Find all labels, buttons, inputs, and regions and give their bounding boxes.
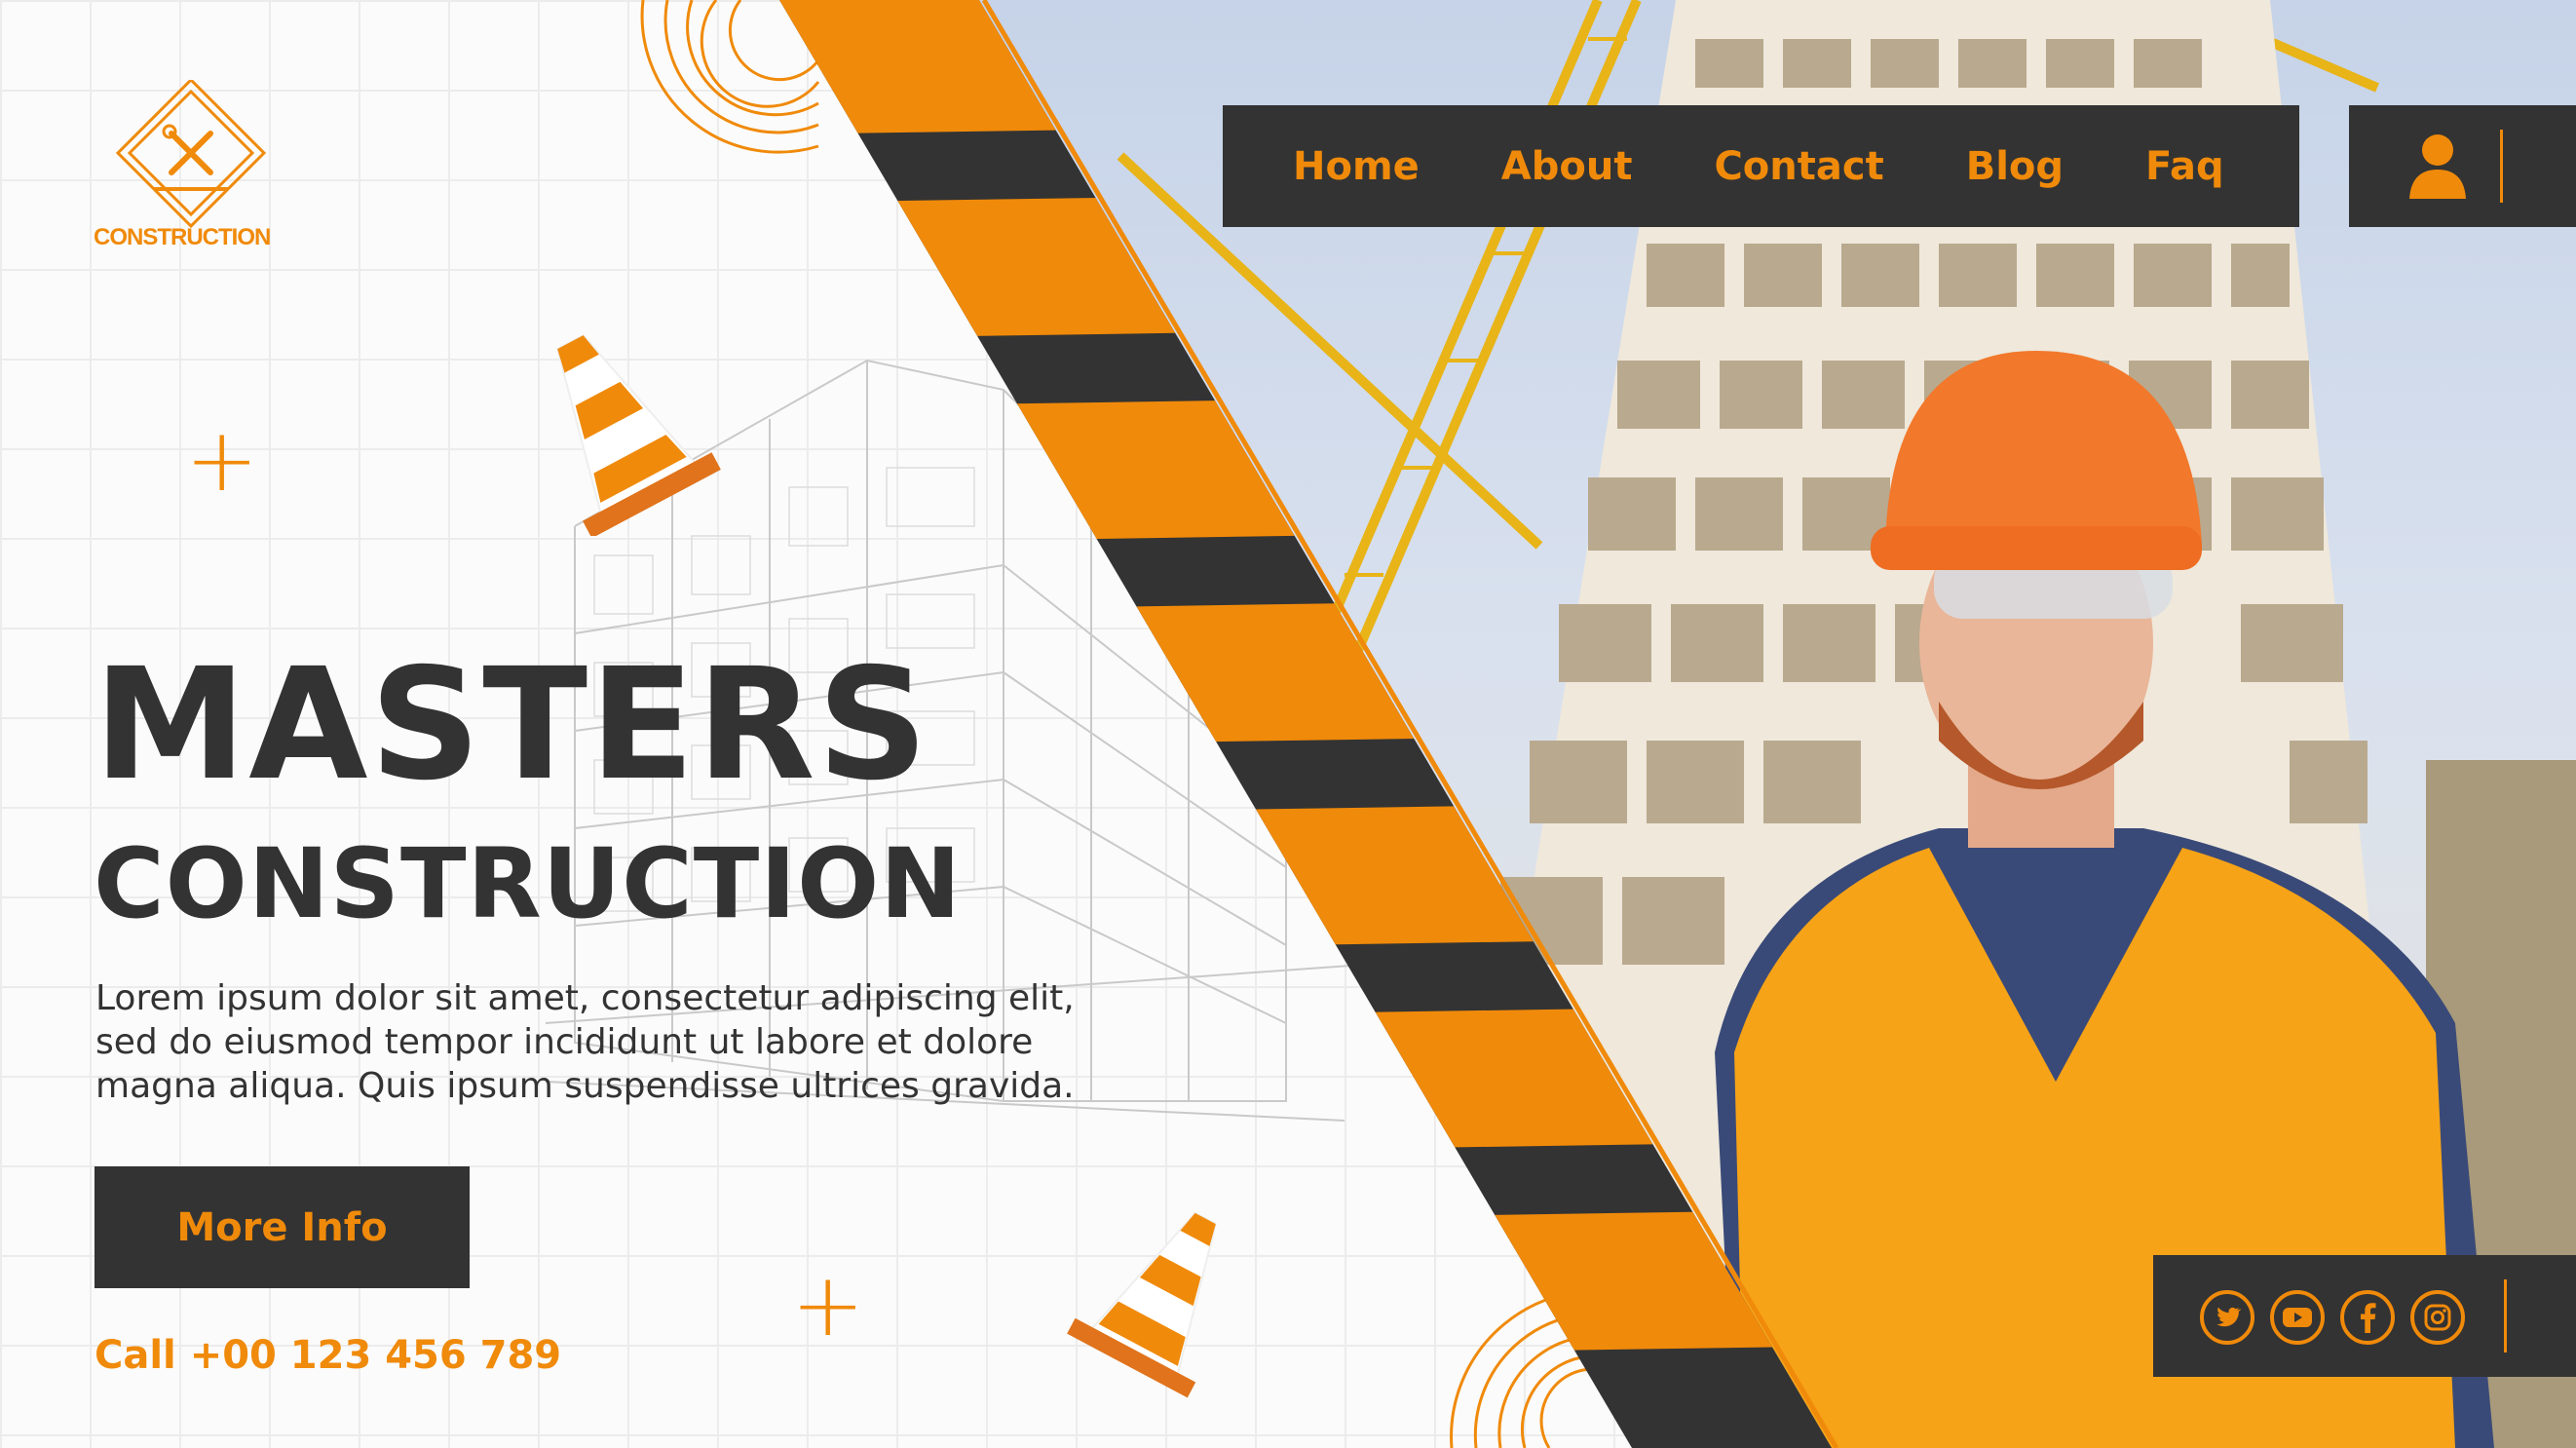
nav-item-about[interactable]: About xyxy=(1501,144,1633,189)
twitter-icon[interactable] xyxy=(2200,1290,2254,1345)
divider xyxy=(2500,130,2503,203)
landing-page: CONSTRUCTION + + MASTERS CONSTRUCTION Lo… xyxy=(0,0,2576,1448)
plus-decoration: + xyxy=(185,409,259,512)
main-nav: Home About Contact Blog Faq xyxy=(1223,105,2299,227)
instagram-icon[interactable] xyxy=(2410,1290,2465,1345)
traffic-cone-icon xyxy=(1067,1211,1218,1398)
hero-title-construction: CONSTRUCTION xyxy=(94,828,963,940)
plus-decoration: + xyxy=(791,1254,865,1356)
nav-item-faq[interactable]: Faq xyxy=(2145,144,2224,189)
traffic-cone-icon xyxy=(555,333,721,536)
user-panel xyxy=(2349,105,2576,227)
nav-item-home[interactable]: Home xyxy=(1293,144,1420,189)
hero-description-line: magna aliqua. Quis ipsum suspendisse ult… xyxy=(95,1066,1075,1106)
hero-description-line: sed do eiusmod tempor incididunt ut labo… xyxy=(95,1022,1034,1062)
social-bar xyxy=(2153,1255,2576,1377)
more-info-button[interactable]: More Info xyxy=(95,1166,470,1288)
facebook-icon[interactable] xyxy=(2340,1290,2395,1345)
hero-description: Lorem ipsum dolor sit amet, consectetur … xyxy=(95,976,1167,1108)
nav-item-blog[interactable]: Blog xyxy=(1966,144,2064,189)
hero-description-line: Lorem ipsum dolor sit amet, consectetur … xyxy=(95,978,1075,1018)
user-icon[interactable] xyxy=(2407,133,2468,199)
logo-text: CONSTRUCTION xyxy=(94,224,271,250)
divider xyxy=(2504,1279,2507,1353)
youtube-icon[interactable] xyxy=(2270,1290,2325,1345)
phone-number[interactable]: Call +00 123 456 789 xyxy=(95,1333,561,1378)
hero-title-masters: MASTERS xyxy=(94,635,930,815)
nav-item-contact[interactable]: Contact xyxy=(1714,144,1883,189)
